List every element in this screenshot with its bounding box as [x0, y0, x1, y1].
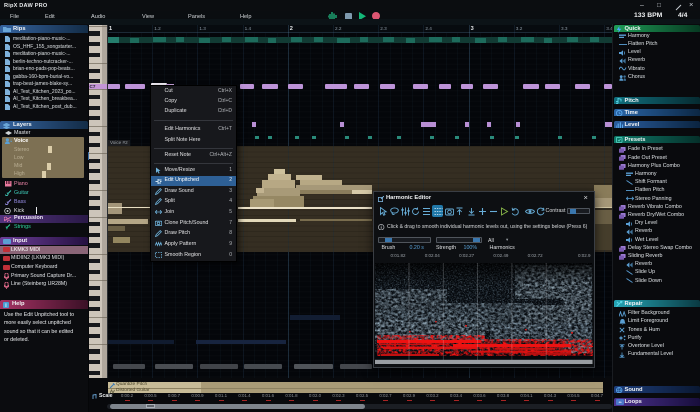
svg-text:∞: ∞ [618, 400, 621, 405]
